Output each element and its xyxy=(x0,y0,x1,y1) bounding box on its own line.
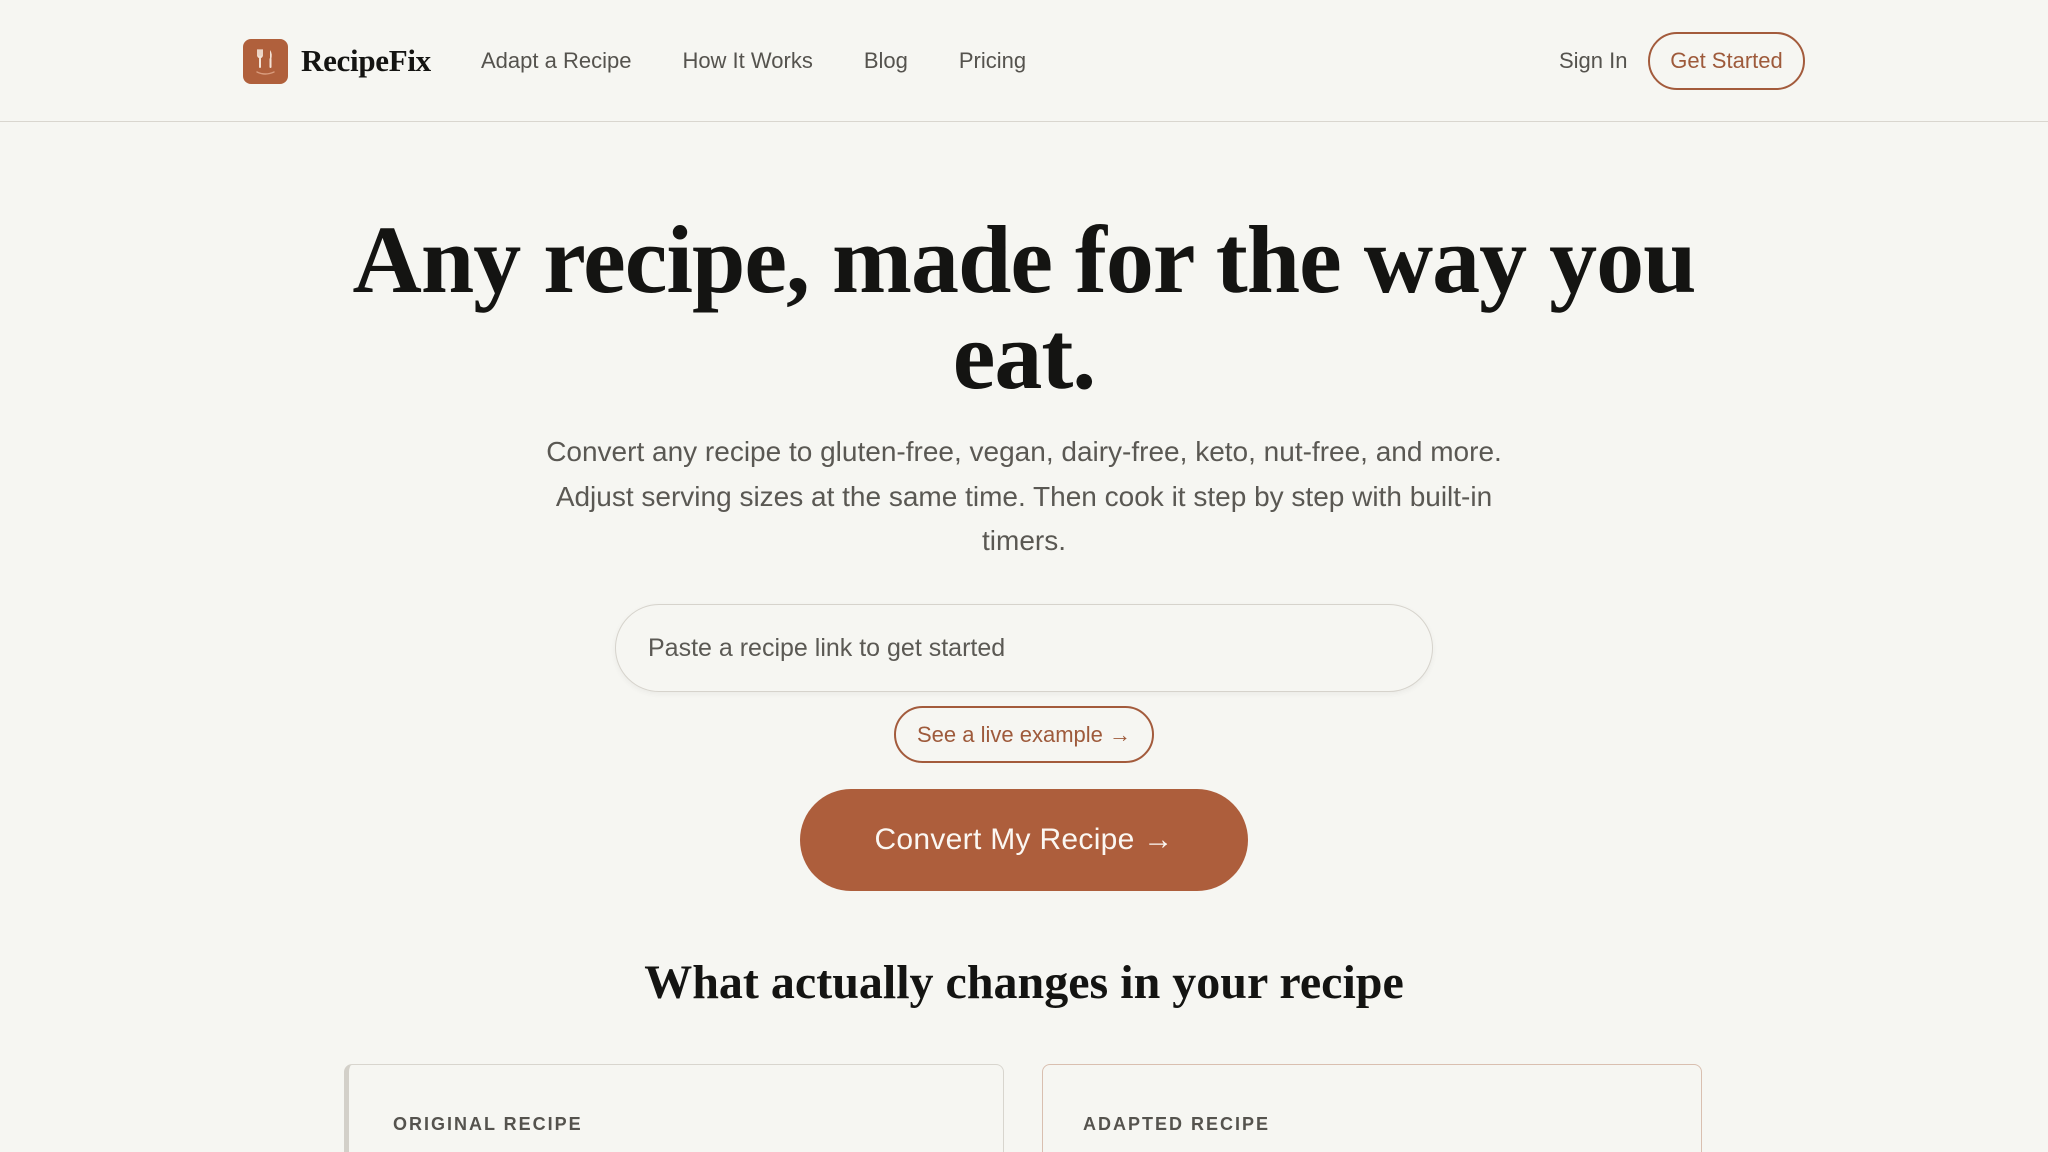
hero-title: Any recipe, made for the way you eat. xyxy=(352,206,1697,409)
live-example-button[interactable]: See a live example → xyxy=(894,706,1154,763)
main-nav: Adapt a Recipe How It Works Blog Pricing xyxy=(481,44,1077,78)
site-header: RecipeFix Adapt a Recipe How It Works Bl… xyxy=(0,0,2048,122)
convert-recipe-button[interactable]: Convert My Recipe → xyxy=(800,789,1248,891)
brand-logo[interactable]: RecipeFix xyxy=(243,37,431,85)
original-recipe-label: ORIGINAL RECIPE xyxy=(393,1114,583,1134)
comparison-title: What actually changes in your recipe xyxy=(644,956,1404,1009)
nav-link-blog[interactable]: Blog xyxy=(864,48,908,74)
recipe-link-input[interactable] xyxy=(615,604,1433,692)
adapted-recipe-label: ADAPTED RECIPE xyxy=(1083,1114,1271,1134)
nav-link-adapt-recipe[interactable]: Adapt a Recipe xyxy=(481,48,631,74)
brand-name: RecipeFix xyxy=(301,43,431,78)
original-recipe-card: ORIGINAL RECIPE xyxy=(344,1064,1004,1152)
adapted-recipe-card: ADAPTED RECIPE xyxy=(1042,1064,1702,1152)
hero-subtitle: Convert any recipe to gluten-free, vegan… xyxy=(546,436,1502,556)
nav-link-how-it-works[interactable]: How It Works xyxy=(682,48,812,74)
nav-link-pricing[interactable]: Pricing xyxy=(959,48,1026,74)
get-started-button[interactable]: Get Started xyxy=(1648,32,1805,90)
fork-knife-icon xyxy=(243,38,288,84)
sign-in-link[interactable]: Sign In xyxy=(1559,44,1628,78)
